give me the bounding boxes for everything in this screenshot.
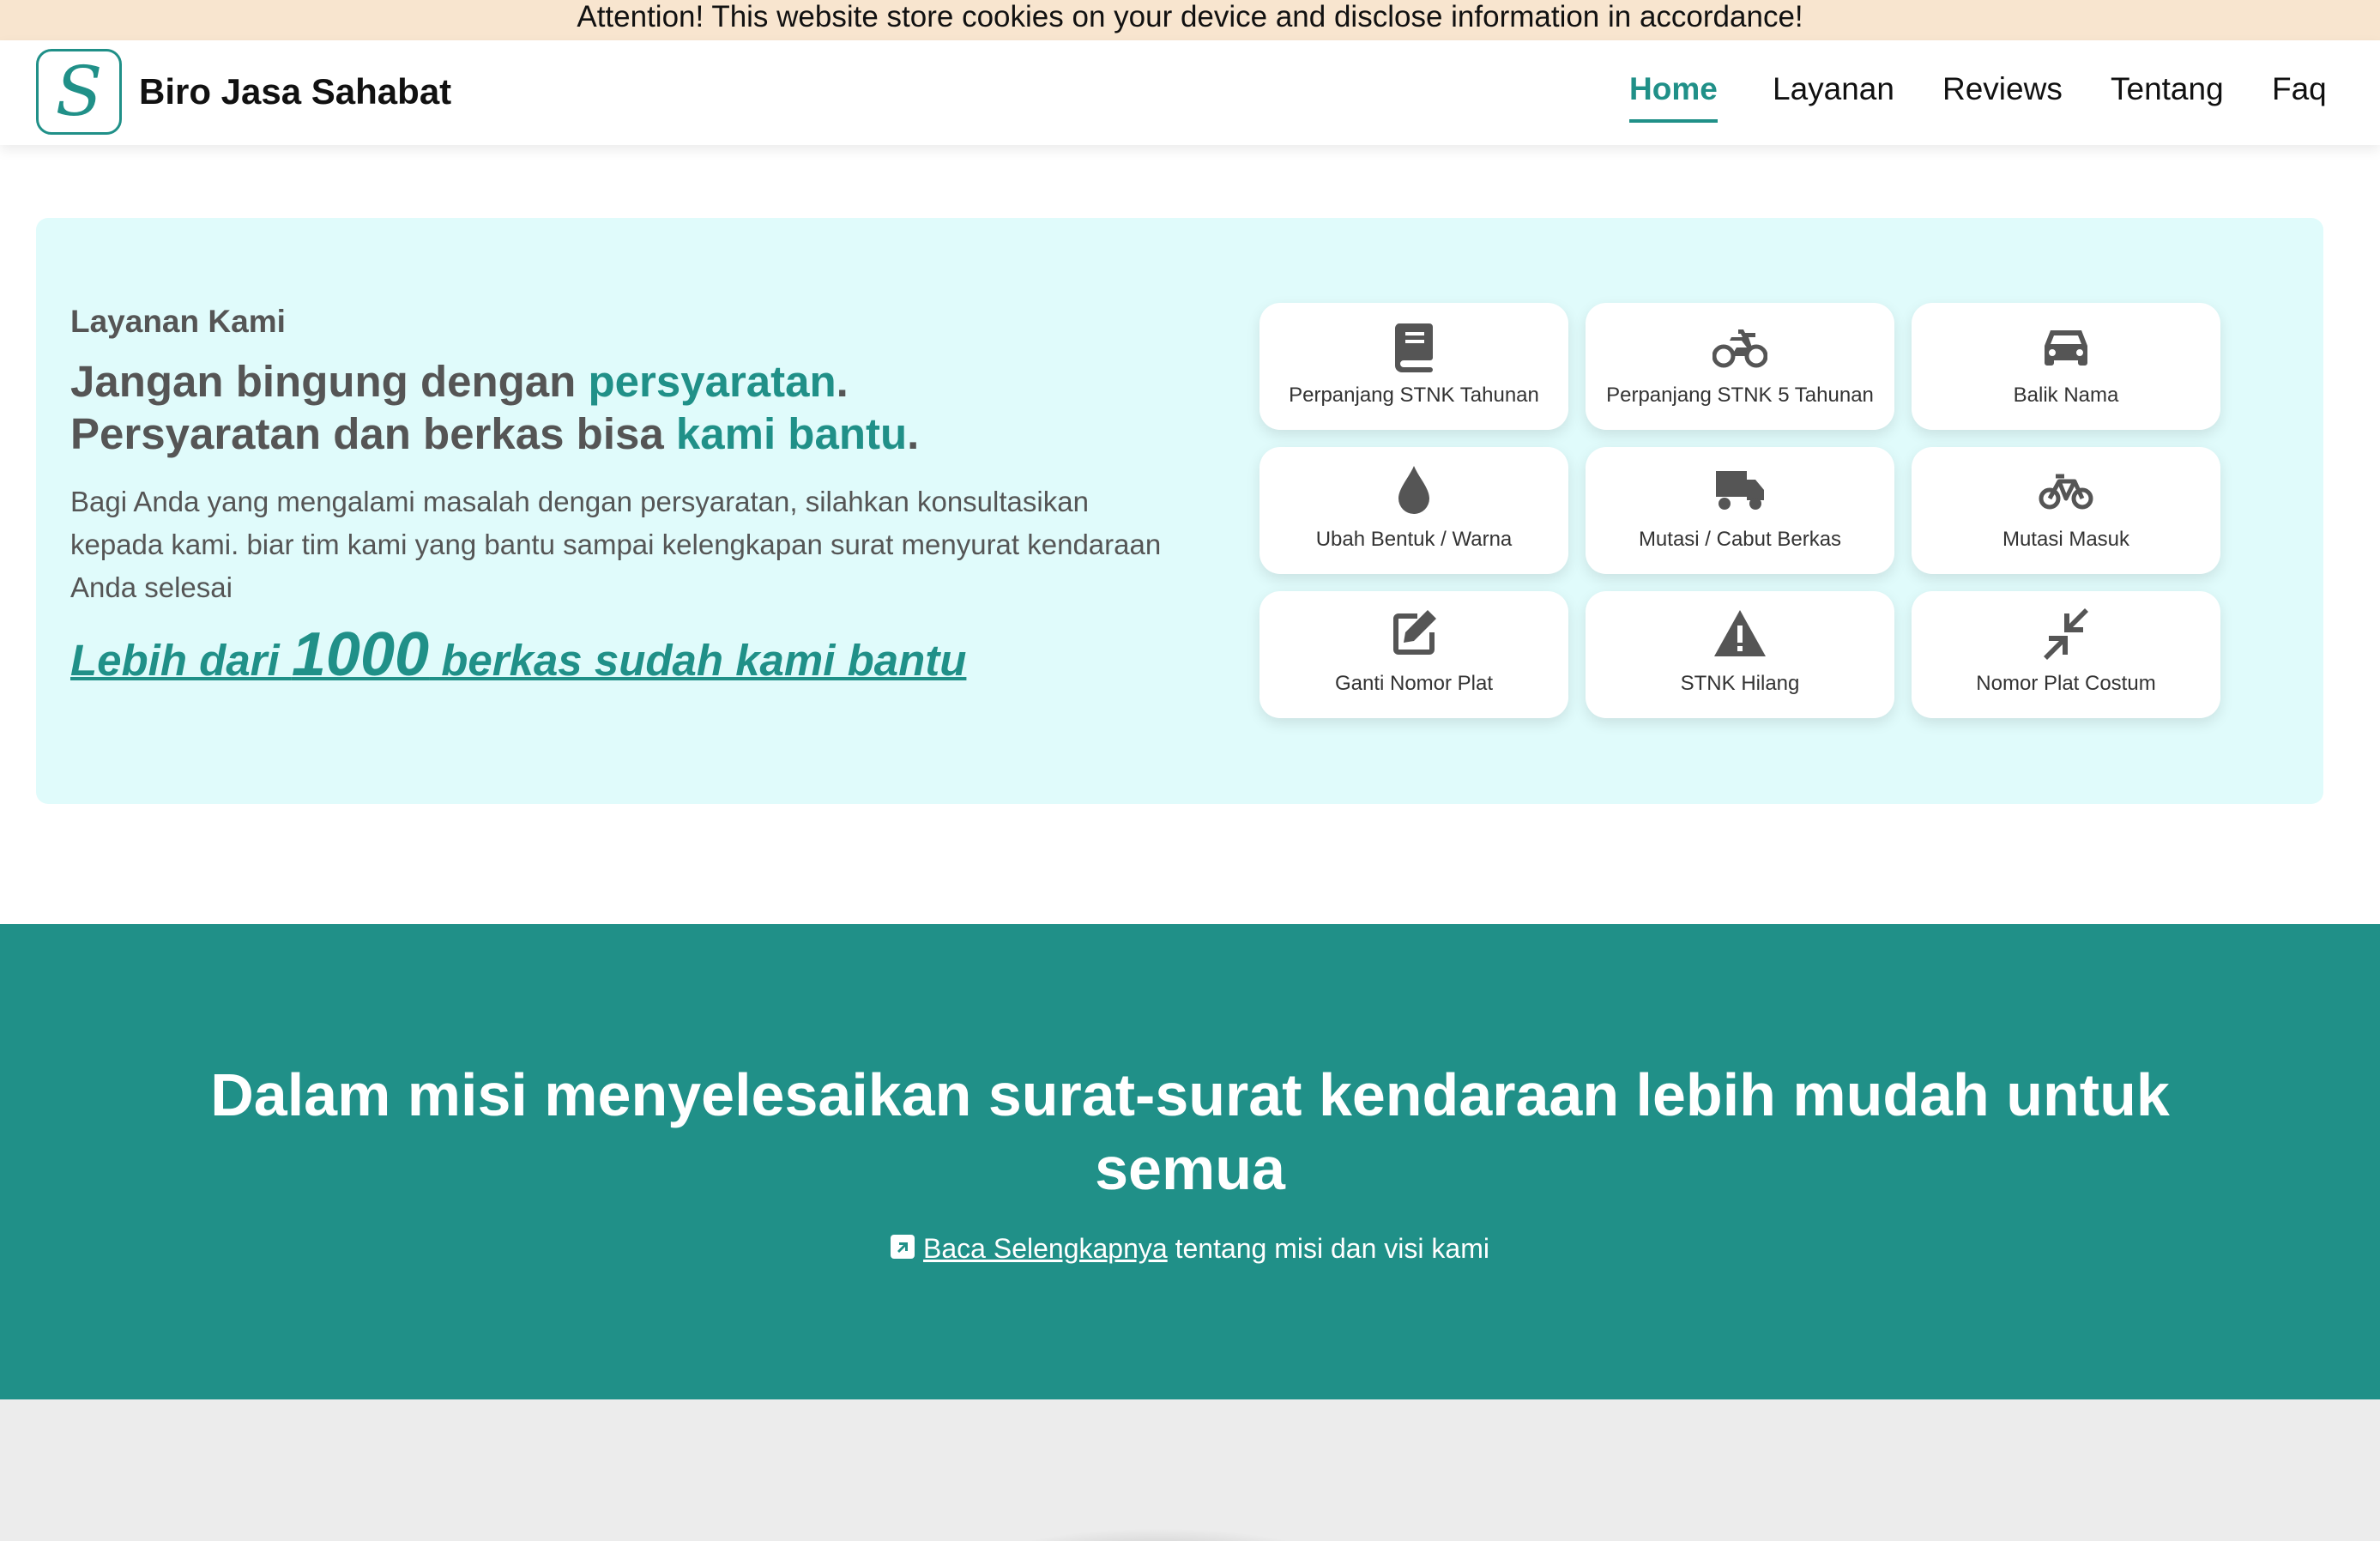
nav-faq[interactable]: Faq — [2272, 71, 2327, 107]
service-label: Mutasi Masuk — [2002, 528, 2130, 551]
service-card-mutasi-masuk[interactable]: Mutasi Masuk — [1912, 447, 2220, 574]
nav-layanan[interactable]: Layanan — [1773, 71, 1894, 107]
service-card-mutasi-cabut-berkas[interactable]: Mutasi / Cabut Berkas — [1586, 447, 1894, 574]
hero-title-text: Jangan bingung dengan — [70, 357, 589, 406]
hero-title-text: . — [836, 357, 849, 406]
service-card-perpanjang-stnk-5-tahunan[interactable]: Perpanjang STNK 5 Tahunan — [1586, 303, 1894, 430]
mission-section: Dalam misi menyelesaikan surat-surat ken… — [0, 924, 2380, 1399]
book-icon — [1386, 318, 1441, 373]
logo-letter: S — [55, 51, 103, 131]
service-card-ubah-bentuk-warna[interactable]: Ubah Bentuk / Warna — [1259, 447, 1568, 574]
hero-section: Layanan Kami Jangan bingung dengan persy… — [36, 218, 2323, 804]
cookie-banner: Attention! This website store cookies on… — [0, 0, 2380, 40]
hero-subtitle: Layanan Kami — [70, 304, 286, 339]
hero-description: Bagi Anda yang mengalami masalah dengan … — [70, 486, 1162, 603]
cookie-banner-text: Attention! This website store cookies on… — [577, 0, 1803, 33]
compress-icon — [2039, 607, 2093, 662]
service-card-balik-nama[interactable]: Balik Nama — [1912, 303, 2220, 430]
external-link-icon — [891, 1235, 915, 1259]
count-prefix: Lebih dari — [70, 636, 292, 685]
count-suffix: berkas sudah kami bantu — [429, 636, 967, 685]
service-label: Perpanjang STNK Tahunan — [1289, 384, 1539, 407]
mission-title: Dalam misi menyelesaikan surat-surat ken… — [210, 1061, 2170, 1202]
service-label: Mutasi / Cabut Berkas — [1638, 528, 1842, 551]
hero-title-text: . — [907, 409, 920, 458]
hero-title-text: Persyaratan dan berkas bisa — [70, 409, 676, 458]
service-label: STNK Hilang — [1680, 672, 1800, 695]
service-card-perpanjang-stnk-tahunan[interactable]: Perpanjang STNK Tahunan — [1259, 303, 1568, 430]
service-card-ganti-nomor-plat[interactable]: Ganti Nomor Plat — [1259, 591, 1568, 718]
read-more-link[interactable]: Baca Selengkapnya — [923, 1233, 1168, 1264]
service-label: Balik Nama — [2013, 384, 2119, 407]
hero-title: Jangan bingung dengan persyaratan. Persy… — [70, 355, 1272, 460]
count-number: 1000 — [291, 620, 430, 689]
truck-icon — [1713, 462, 1767, 517]
site-logo[interactable]: S — [36, 49, 122, 135]
hero-count-link[interactable]: Lebih dari 1000 berkas sudah kami bantu — [70, 619, 966, 690]
bottom-section — [0, 1399, 2380, 1541]
motorcycle-icon — [1713, 318, 1767, 373]
service-label: Perpanjang STNK 5 Tahunan — [1606, 384, 1874, 407]
service-card-nomor-plat-costum[interactable]: Nomor Plat Costum — [1912, 591, 2220, 718]
car-icon — [2039, 318, 2093, 373]
service-label: Ganti Nomor Plat — [1334, 672, 1494, 695]
site-header: S Biro Jasa Sahabat Home Layanan Reviews… — [0, 40, 2380, 145]
mission-link-suffix: tentang misi dan visi kami — [1167, 1233, 1489, 1264]
warning-icon — [1713, 607, 1767, 662]
shadow-decoration — [987, 1528, 1330, 1541]
brand-name[interactable]: Biro Jasa Sahabat — [139, 71, 451, 112]
edit-icon — [1386, 607, 1441, 662]
services-grid: Perpanjang STNK Tahunan Perpanjang STNK … — [1259, 303, 2238, 723]
hero-title-accent: kami bantu — [675, 409, 908, 458]
droplet-icon — [1386, 462, 1441, 517]
hero-title-accent: persyaratan — [588, 357, 837, 406]
nav-reviews[interactable]: Reviews — [1942, 71, 2063, 107]
service-label: Ubah Bentuk / Warna — [1315, 528, 1513, 551]
service-card-stnk-hilang[interactable]: STNK Hilang — [1586, 591, 1894, 718]
service-label: Nomor Plat Costum — [1976, 672, 2156, 695]
bicycle-icon — [2039, 462, 2093, 517]
nav-home[interactable]: Home — [1629, 71, 1718, 123]
mission-link-row: Baca Selengkapnya tentang misi dan visi … — [0, 1233, 2380, 1265]
nav-tentang[interactable]: Tentang — [2111, 71, 2224, 107]
